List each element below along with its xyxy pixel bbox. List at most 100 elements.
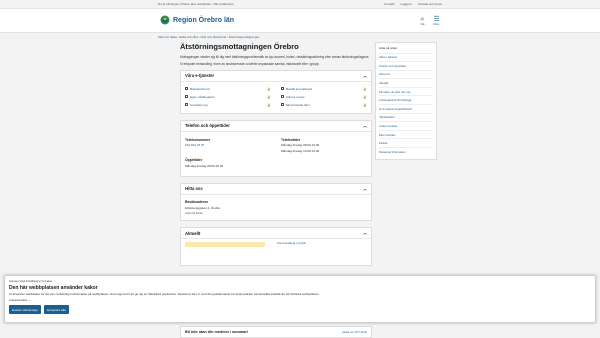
toc-item[interactable]: Länkar <box>379 138 433 147</box>
visit-address: Eriksbergsgatan 4, Örebro <box>185 205 221 210</box>
toc-item[interactable]: Aktuellt <box>379 78 433 87</box>
find-title: Hitta oss <box>185 186 203 192</box>
news-thumbnail <box>185 242 265 248</box>
eservice-item[interactable]: Egen vårdbegäran 🔒 <box>185 95 271 99</box>
site-logo[interactable]: Region Örebro län <box>160 15 234 26</box>
hamburger-icon: ☰ <box>433 15 440 23</box>
accept-all-button[interactable]: Acceptera alla <box>43 305 69 314</box>
toc-item[interactable]: Vårdbesöket <box>379 112 433 122</box>
open-hours-label: Öppettider <box>185 158 203 163</box>
eservice-item[interactable]: Kontakta mig 🔒 <box>185 103 271 107</box>
site-header: Region Örebro län ⌕ Sök ☰ Meny <box>0 9 600 33</box>
eservices-list: Boka/Ändra tid 🔒 Beställ journalkopia 🔒 Eg… <box>181 82 371 113</box>
phone-number-link[interactable]: 019-602 25 87 <box>185 143 204 147</box>
customize-cookies-toggle[interactable]: Anpassa kakor ⌄ <box>9 298 591 302</box>
toc-item[interactable]: Relaterad information <box>379 147 433 156</box>
page-lead: Mottagningen vänder sig till dig med äts… <box>180 55 370 59</box>
toc-item[interactable]: Under besöket <box>379 121 433 130</box>
cookie-text: Vi använder webbkakor för att viss nödvä… <box>9 292 320 296</box>
topbar-link-press[interactable]: Kontakt och press <box>418 2 442 6</box>
link-icon <box>281 87 284 91</box>
news-link[interactable]: Sommarstängt i juni/juli <box>277 241 306 245</box>
find-card: Hitta oss ︿ Besöksadress Eriksbergsgatan… <box>180 182 372 222</box>
page-title: Ätstörningsmottagningen Örebro <box>180 42 299 51</box>
link-icon <box>281 103 284 107</box>
eservice-label: Egen vårdbegäran <box>190 94 215 99</box>
eservice-label: Förnya recept <box>286 94 305 99</box>
cookie-banner: Hantera dina inställningar för kakor Den… <box>4 275 596 323</box>
lock-icon: 🔒 <box>363 94 367 99</box>
link-icon <box>185 87 188 91</box>
search-button[interactable]: ⌕ Sök <box>419 16 426 26</box>
eservice-label: Kontakta mig <box>190 102 208 107</box>
toc-item[interactable]: Efter besöket <box>379 129 433 139</box>
region-logo-icon <box>160 15 170 25</box>
toc-title: Hitta på sidan <box>379 46 398 50</box>
eservice-label: Mina bokade tider <box>286 102 310 107</box>
eservices-header[interactable]: Våra e-tjänster ︿ <box>181 71 371 82</box>
phone-header[interactable]: Telefon och öppettider ︿ <box>181 121 371 132</box>
chevron-up-icon: ︿ <box>363 230 367 236</box>
toc-item[interactable]: Våra e-tjänster <box>379 52 433 62</box>
news-header[interactable]: Aktuellt ︿ <box>181 228 371 240</box>
menu-label: Meny <box>433 22 440 26</box>
phone-title: Telefon och öppettider <box>185 123 230 129</box>
topbar-notice: Du är på Region Örebro läns webbplats - … <box>158 2 234 6</box>
phone-card: Telefon och öppettider ︿ Telefonnummer 0… <box>180 119 372 177</box>
necessary-only-button[interactable]: Endast nödvändiga <box>9 305 41 314</box>
eservice-item[interactable]: Boka/Ändra tid 🔒 <box>185 87 271 91</box>
phone-hours-label: Telefontider <box>281 137 301 142</box>
toc-item[interactable]: Är du ätstörningsdrabbad? <box>379 104 433 113</box>
topbar-link-contact[interactable]: Kontakt <box>384 2 394 6</box>
page-lead-2: Vi erbjuder behandling i form av struktu… <box>180 62 320 67</box>
cookie-title: Den här webbplatsen använder kakor <box>9 284 98 291</box>
news-body: Sommarstängt i juni/juli <box>181 239 371 265</box>
search-icon: ⌕ <box>420 15 425 23</box>
link-icon <box>185 103 188 107</box>
chevron-up-icon: ︿ <box>363 122 367 128</box>
eservice-label: Boka/Ändra tid <box>190 86 210 91</box>
eservice-item[interactable]: Förnya recept 🔒 <box>281 95 367 99</box>
chevron-up-icon: ︿ <box>363 72 367 78</box>
lock-icon: 🔒 <box>267 86 271 91</box>
find-body: Besöksadress Eriksbergsgatan 4, Örebro V… <box>181 195 371 221</box>
eservice-item[interactable]: Mina bokade tider 🔒 <box>281 103 367 107</box>
breadcrumb[interactable]: Start och hälsa › Hälsa och vård › Vård … <box>158 35 260 39</box>
news-card: Aktuellt ︿ Sommarstängt i juni/juli <box>180 227 372 267</box>
toc-item[interactable]: Så söker du vård hos oss <box>379 86 433 96</box>
phone-hours-2: Måndag-Fredag 13:00-14:30 <box>281 149 320 154</box>
chevron-up-icon: ︿ <box>363 185 367 191</box>
lock-icon: 🔒 <box>363 102 367 107</box>
menu-button[interactable]: ☰ Meny <box>433 16 440 26</box>
link-icon <box>185 95 188 99</box>
main-content: Ätstörningsmottagningen Örebro Mottagnin… <box>180 42 372 272</box>
cookie-buttons: Endast nödvändiga Acceptera alla <box>9 305 591 314</box>
link-icon <box>281 95 284 99</box>
toc-item[interactable]: Hitta oss <box>379 69 433 79</box>
eservice-label: Beställ journalkopia <box>286 86 313 91</box>
news-title: Aktuellt <box>185 230 201 236</box>
phone-hours-1: Måndag-Fredag 08:00-10:00 <box>281 143 320 148</box>
visit-address-label: Besöksadress <box>185 199 208 204</box>
topbar-links: Kontakt Logga in Kontakt och press <box>384 2 442 6</box>
header-actions: ⌕ Sök ☰ Meny <box>419 16 440 26</box>
toc-item[interactable]: Telefon och öppettider <box>379 61 433 70</box>
eservices-card: Våra e-tjänster ︿ Boka/Ändra tid 🔒 Bestäl… <box>180 69 372 114</box>
cookie-settings-caption: Hantera dina inställningar för kakor <box>9 279 53 283</box>
open-hours: Måndag-Fredag 08:00-16:30 <box>185 163 224 168</box>
phone-body: Telefonnummer 019-602 25 87 Telefontider… <box>181 132 371 176</box>
search-label: Sök <box>420 22 425 26</box>
topbar-link-login[interactable]: Logga in <box>400 2 412 6</box>
phone-number-label: Telefonnummer <box>185 137 211 142</box>
page-toc: Hitta på sidan Våra e-tjänster Telefon o… <box>375 42 437 160</box>
promo-question: Bli inte utan din medicin i sommar! <box>185 330 249 334</box>
toc-item[interactable]: Anhöriga/stöd till anhöriga <box>379 95 433 104</box>
promo-link[interactable]: Ladda ner 1177 direkt <box>342 331 367 334</box>
map-link[interactable]: Visa på karta <box>185 211 202 215</box>
top-utility-bar: Du är på Region Örebro läns webbplats - … <box>0 0 600 9</box>
eservice-item[interactable]: Beställ journalkopia 🔒 <box>281 87 367 91</box>
eservices-title: Våra e-tjänster <box>185 73 215 79</box>
promo-strip: Bli inte utan din medicin i sommar! Ladd… <box>180 326 372 338</box>
find-header[interactable]: Hitta oss ︿ <box>181 184 371 195</box>
lock-icon: 🔒 <box>267 102 271 107</box>
